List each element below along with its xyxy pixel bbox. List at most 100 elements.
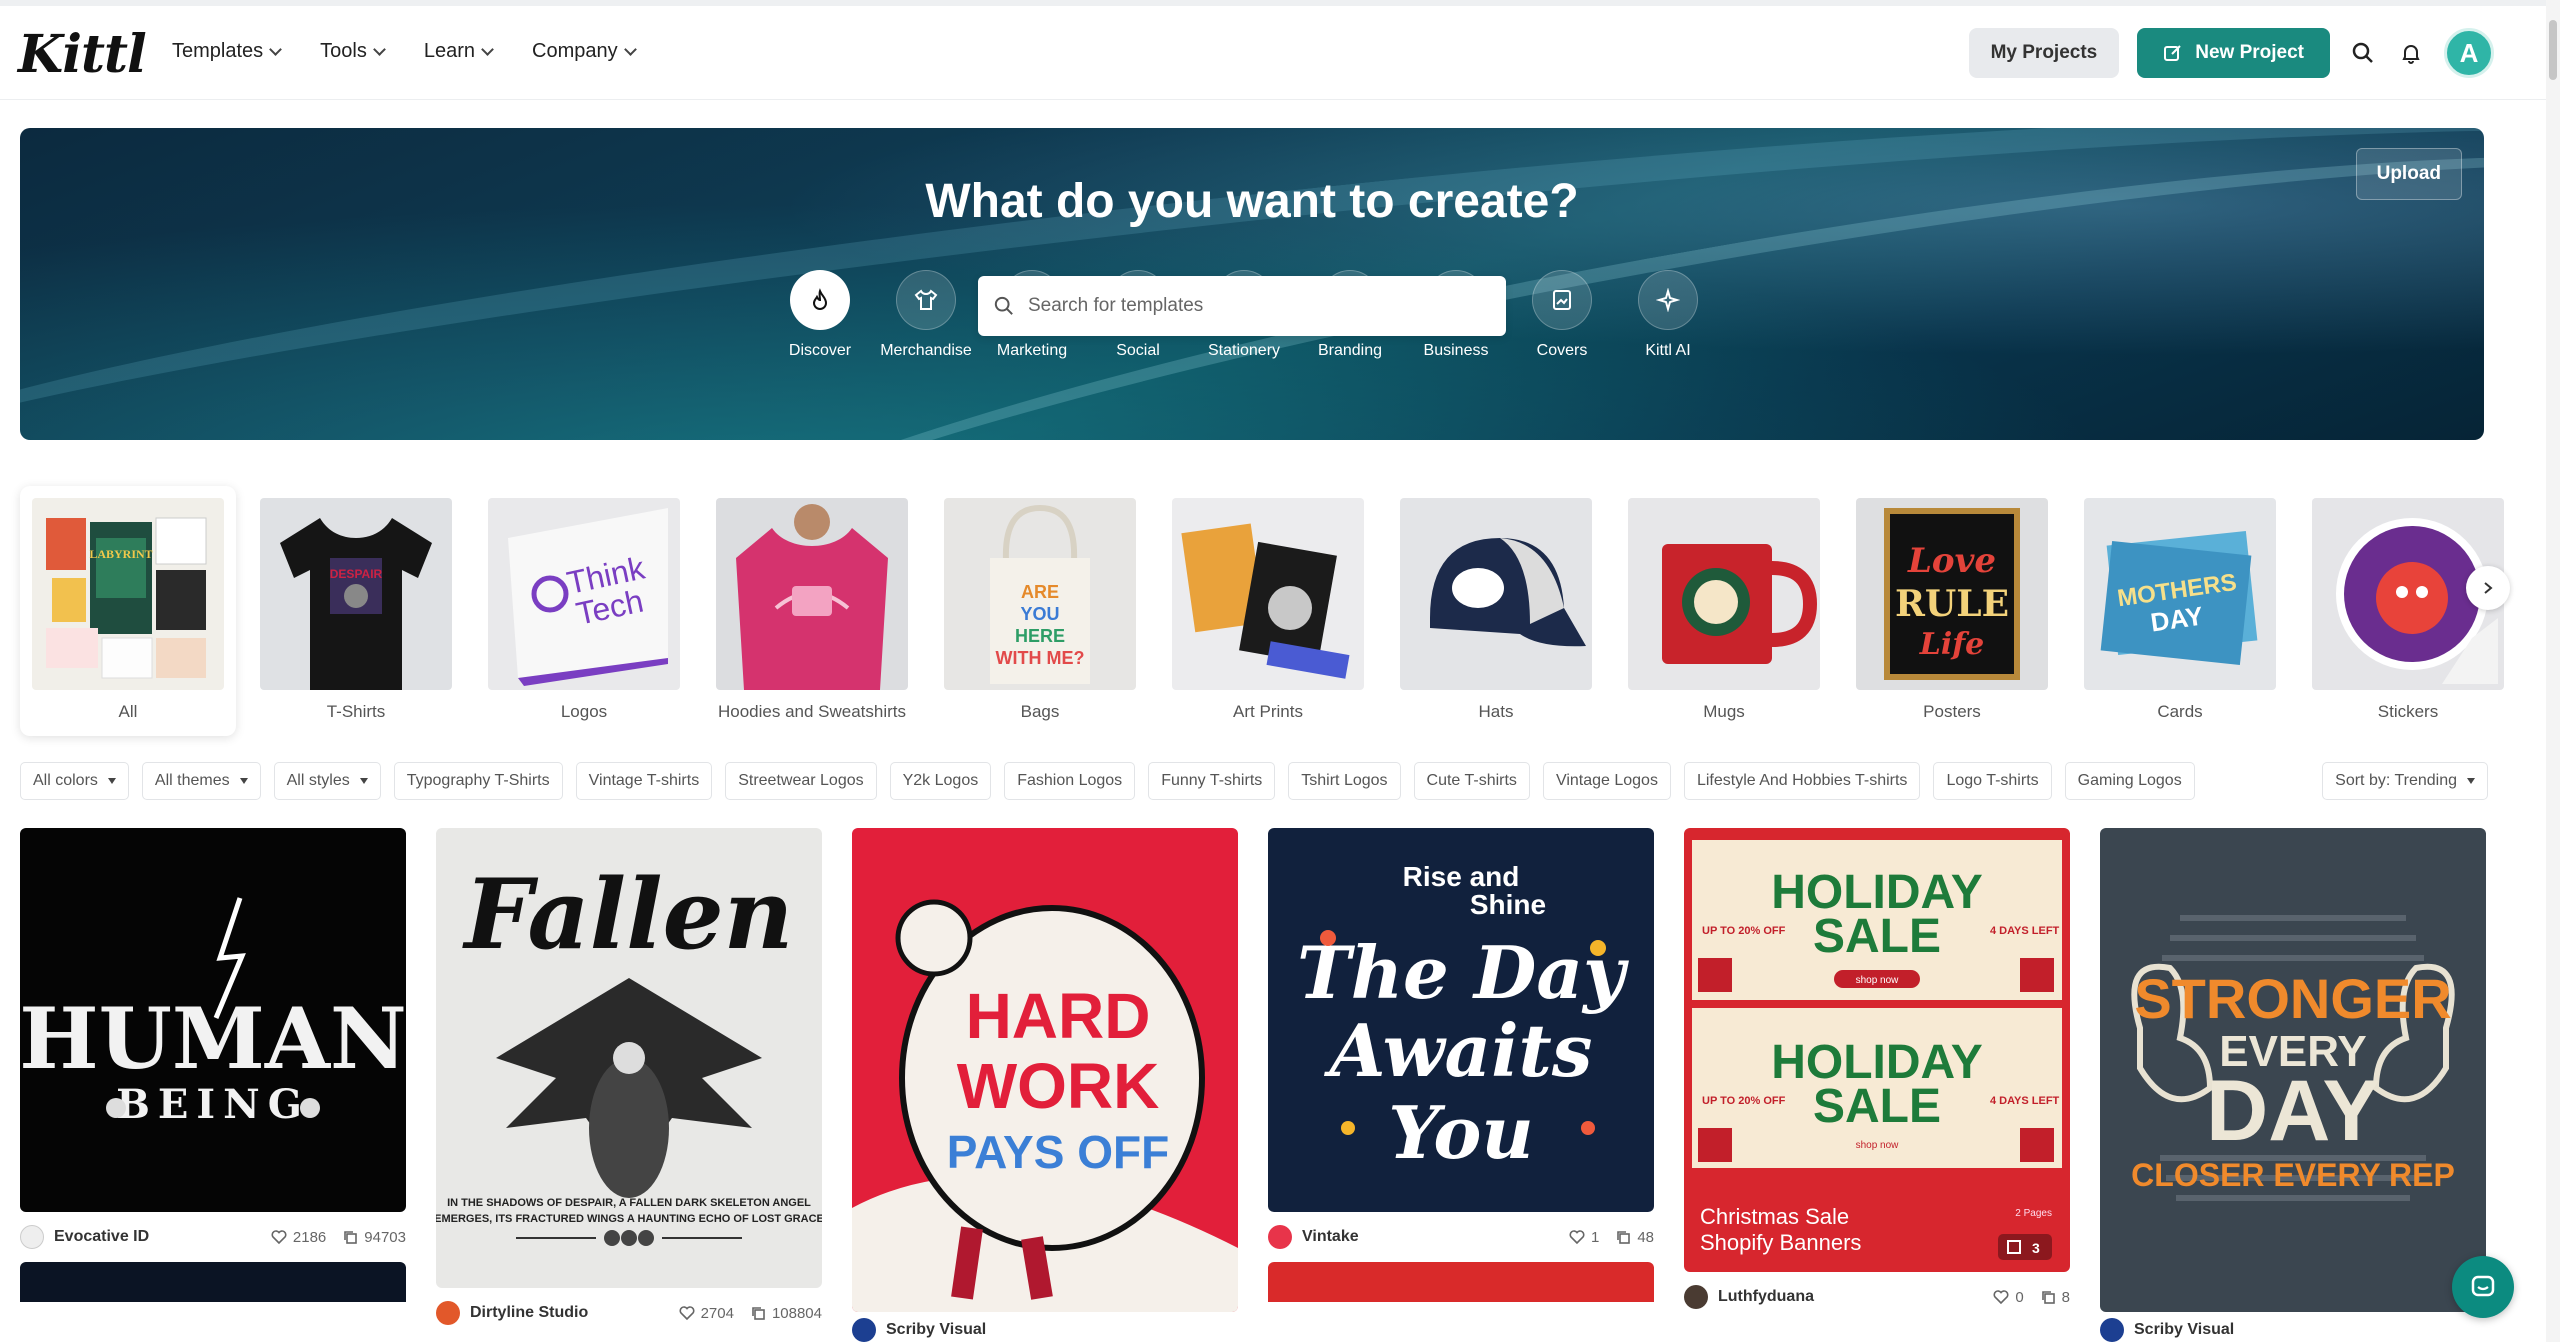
svg-text:Life: Life <box>1919 627 1984 662</box>
copies-count: 8 <box>2061 1288 2070 1306</box>
art-text: shop now <box>1856 975 1900 986</box>
filter-tag[interactable]: Vintage Logos <box>1542 762 1671 800</box>
template-card[interactable]: STRONGER EVERY DAY CLOSER EVERY REP Scri… <box>2100 828 2486 1342</box>
art-text: IN THE SHADOWS OF DESPAIR, A FALLEN DARK… <box>447 1197 811 1209</box>
card-stats: 2186 94703 <box>271 1229 406 1246</box>
page-scrollbar[interactable] <box>2546 0 2560 1342</box>
template-thumbnail[interactable]: HARD WORK PAYS OFF <box>852 828 1238 1312</box>
filter-themes-dropdown[interactable]: All themes <box>141 762 261 800</box>
menu-company[interactable]: Company <box>532 40 637 63</box>
search-input[interactable] <box>1028 295 1468 317</box>
chat-support-button[interactable] <box>2452 1256 2514 1318</box>
my-projects-button[interactable]: My Projects <box>1968 28 2120 78</box>
copy-icon <box>1617 1231 1631 1244</box>
template-thumbnail[interactable]: HUMAN BEING <box>20 828 406 1212</box>
author-name: Vintake <box>1302 1228 1359 1245</box>
nav-actions: My Projects New Project A <box>1968 28 2494 78</box>
user-avatar[interactable]: A <box>2444 28 2494 78</box>
filter-tag[interactable]: Logo T-shirts <box>1933 762 2052 800</box>
template-thumbnail[interactable]: HOLIDAY SALE UP TO 20% OFF 4 DAYS LEFT s… <box>1684 828 2070 1272</box>
caret-down-icon <box>239 778 248 784</box>
filter-tag[interactable]: Streetwear Logos <box>725 762 877 800</box>
filter-tag[interactable]: Lifestyle And Hobbies T-shirts <box>1683 762 1921 800</box>
filter-tag[interactable]: Vintage T-shirts <box>575 762 713 800</box>
art-text: Awaits <box>1324 1008 1593 1093</box>
author[interactable]: Luthfyduana <box>1684 1285 1993 1309</box>
category-label: Stationery <box>1207 342 1281 359</box>
template-card[interactable]: HOLIDAY SALE UP TO 20% OFF 4 DAYS LEFT s… <box>1684 828 2070 1322</box>
art-text: HARD <box>966 980 1151 1052</box>
filter-tag[interactable]: Y2k Logos <box>889 762 992 800</box>
art-text: The Day <box>1297 930 1629 1015</box>
product-label: Cards <box>2157 702 2203 721</box>
template-search <box>978 276 1506 336</box>
product-all[interactable]: LABYRINT All <box>20 486 236 736</box>
filter-tag[interactable]: Cute T-shirts <box>1413 762 1530 800</box>
author[interactable]: Scriby Visual <box>2100 1318 2486 1342</box>
category-kittl-ai[interactable]: Kittl AI <box>1638 270 1698 360</box>
art-text: Shopify Banners <box>1700 1230 1861 1255</box>
category-discover[interactable]: Discover <box>789 270 851 360</box>
art-text: HUMAN <box>20 989 406 1088</box>
carousel-next-button[interactable] <box>2466 566 2510 610</box>
filter-tag[interactable]: Fashion Logos <box>1004 762 1136 800</box>
art-text: You <box>1388 1090 1534 1175</box>
filter-tag[interactable]: Funny T-shirts <box>1148 762 1276 800</box>
filter-tag[interactable]: Gaming Logos <box>2064 762 2195 800</box>
menu-learn[interactable]: Learn <box>424 40 494 63</box>
product-mugs[interactable]: Mugs <box>1616 486 1832 736</box>
menu-tools[interactable]: Tools <box>320 40 386 63</box>
svg-text:HERE: HERE <box>1015 626 1065 646</box>
menu-templates[interactable]: Templates <box>172 40 283 63</box>
filter-tag[interactable]: Typography T-Shirts <box>393 762 563 800</box>
product-thumbnail: LABYRINT <box>32 498 224 690</box>
template-thumbnail[interactable]: Fallen IN THE SHADOWS OF DESPAIR, A FALL… <box>436 828 822 1288</box>
likes-stat[interactable]: 0 <box>1993 1288 2024 1306</box>
template-thumbnail-next[interactable] <box>20 1262 406 1302</box>
edit-icon <box>2164 45 2181 61</box>
likes-stat[interactable]: 2704 <box>679 1305 734 1322</box>
product-logos[interactable]: Think Tech Logos <box>476 486 692 736</box>
art-text: Shine <box>1470 889 1546 920</box>
category-merchandise[interactable]: Merchandise <box>880 270 972 360</box>
template-card[interactable]: HUMAN BEING Evocative ID 2186 94703 <box>20 828 406 1302</box>
product-hats[interactable]: Hats <box>1388 486 1604 736</box>
template-thumbnail[interactable]: STRONGER EVERY DAY CLOSER EVERY REP <box>2100 828 2486 1312</box>
filter-styles-dropdown[interactable]: All styles <box>273 762 381 800</box>
template-thumbnail-next[interactable] <box>1268 1262 1654 1302</box>
author[interactable]: Vintake <box>1268 1225 1569 1249</box>
likes-stat[interactable]: 2186 <box>271 1229 326 1246</box>
kittl-logo[interactable]: Kittl <box>18 24 147 85</box>
product-cards[interactable]: MOTHERS DAY Cards <box>2072 486 2288 736</box>
product-posters[interactable]: Love RULE Life Posters <box>1844 486 2060 736</box>
template-card[interactable]: Rise and Shine The Day Awaits You Vintak… <box>1268 828 1654 1302</box>
upload-button[interactable]: Upload <box>2355 148 2462 200</box>
card-stats: 1 48 <box>1569 1229 1654 1246</box>
author[interactable]: Dirtyline Studio <box>436 1301 679 1325</box>
bell-icon[interactable] <box>2396 38 2426 68</box>
likes-stat[interactable]: 1 <box>1569 1229 1599 1246</box>
template-card[interactable]: HARD WORK PAYS OFF Scriby Visual <box>852 828 1238 1342</box>
likes-count: 0 <box>2015 1288 2024 1306</box>
likes-count: 2704 <box>700 1304 734 1322</box>
filter-colors-dropdown[interactable]: All colors <box>20 762 129 800</box>
sort-dropdown[interactable]: Sort by: Trending <box>2322 762 2488 800</box>
product-bags[interactable]: ARE YOU HERE WITH ME? Bags <box>932 486 1148 736</box>
menu-label: Templates <box>172 40 264 62</box>
filter-tag[interactable]: Tshirt Logos <box>1288 762 1401 800</box>
product-stickers[interactable]: Stickers <box>2300 486 2516 736</box>
scrollbar-thumb[interactable] <box>2549 20 2557 80</box>
product-art-prints[interactable]: Art Prints <box>1160 486 1376 736</box>
product-t-shirts[interactable]: DESPAIR T-Shirts <box>248 486 464 736</box>
template-thumbnail[interactable]: Rise and Shine The Day Awaits You <box>1268 828 1654 1212</box>
product-type-carousel: LABYRINT All DESPAIR T-Shirts Think Tech… <box>20 486 2504 736</box>
art-text: 2 Pages <box>2015 1208 2052 1219</box>
search-icon[interactable] <box>2348 38 2378 68</box>
template-card[interactable]: Fallen IN THE SHADOWS OF DESPAIR, A FALL… <box>436 828 822 1338</box>
author[interactable]: Scriby Visual <box>852 1318 1238 1342</box>
product-hoodies[interactable]: Hoodies and Sweatshirts <box>704 486 920 736</box>
author[interactable]: Evocative ID <box>20 1225 271 1249</box>
new-project-button[interactable]: New Project <box>2137 28 2330 78</box>
category-covers[interactable]: Covers <box>1532 270 1592 360</box>
main-menu: Templates Tools Learn Company <box>172 40 637 63</box>
